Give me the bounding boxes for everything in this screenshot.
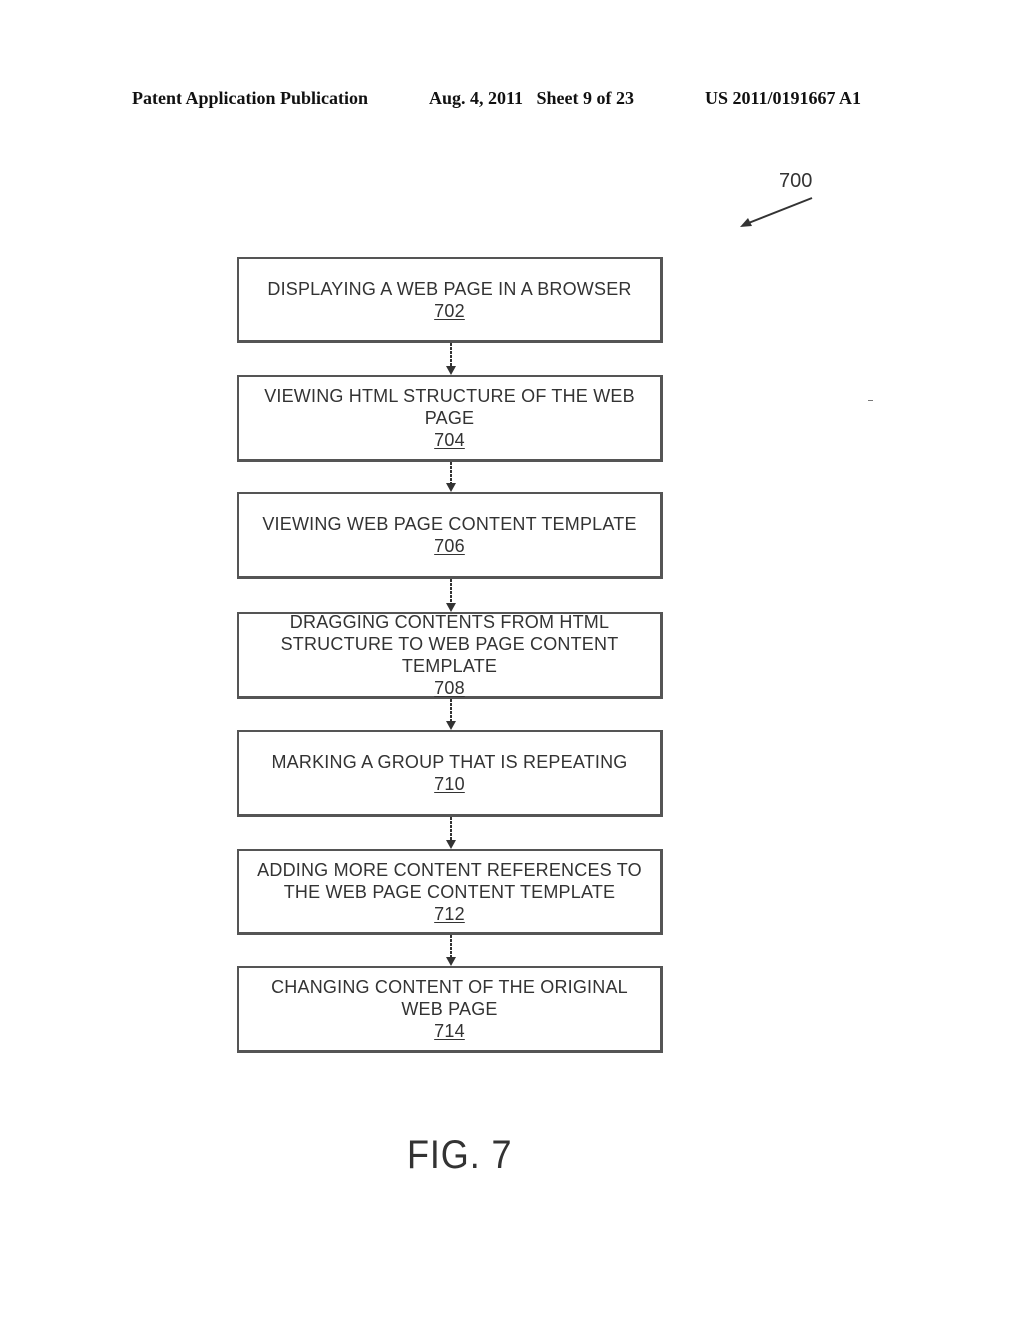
flowchart-step-704: VIEWING HTML STRUCTURE OF THE WEB PAGE 70… — [237, 375, 663, 462]
reference-arrow-icon — [740, 197, 813, 227]
step-label: MARKING A GROUP THAT IS REPEATING — [271, 752, 628, 772]
step-reference-number: 712 — [434, 903, 465, 924]
flow-arrow-down-icon — [446, 699, 456, 730]
step-label: VIEWING HTML STRUCTURE OF THE WEB PAGE — [264, 386, 635, 428]
flow-arrow-down-icon — [446, 935, 456, 966]
step-label: CHANGING CONTENT OF THE ORIGINAL WEB PAG… — [271, 977, 628, 1019]
patent-header: Patent Application Publication Aug. 4, 2… — [0, 88, 1024, 118]
step-label: ADDING MORE CONTENT REFERENCES TO THE WE… — [257, 859, 642, 902]
flowchart-step-706: VIEWING WEB PAGE CONTENT TEMPLATE 706 — [237, 492, 663, 579]
step-reference-number: 710 — [434, 774, 465, 794]
flowchart-step-712: ADDING MORE CONTENT REFERENCES TO THE WE… — [237, 849, 663, 935]
flowchart-step-702: DISPLAYING A WEB PAGE IN A BROWSER 702 — [237, 257, 663, 343]
figure-caption: FIG. 7 — [407, 1133, 513, 1177]
step-reference-number: 708 — [434, 678, 465, 698]
step-label: DRAGGING CONTENTS FROM HTML STRUCTURE TO… — [280, 612, 619, 676]
publication-number: US 2011/0191667 A1 — [705, 88, 862, 108]
flow-arrow-down-icon — [446, 817, 456, 849]
figure-reference-number: 700 — [779, 170, 813, 192]
flow-arrow-down-icon — [446, 343, 456, 375]
step-reference-number: 706 — [434, 536, 465, 556]
flow-arrow-down-icon — [446, 579, 456, 612]
flowchart-step-708: DRAGGING CONTENTS FROM HTML STRUCTURE TO… — [237, 612, 663, 699]
stray-mark — [868, 400, 873, 401]
flowchart-step-710: MARKING A GROUP THAT IS REPEATING 710 — [237, 730, 663, 817]
flowchart-step-714: CHANGING CONTENT OF THE ORIGINAL WEB PAG… — [237, 966, 663, 1053]
step-label: VIEWING WEB PAGE CONTENT TEMPLATE — [262, 514, 637, 534]
flow-arrow-down-icon — [446, 462, 456, 492]
step-reference-number: 702 — [434, 300, 465, 321]
step-reference-number: 704 — [434, 430, 465, 450]
step-reference-number: 714 — [434, 1021, 465, 1041]
publication-type: Patent Application Publication — [132, 88, 369, 108]
date-and-sheet: Aug. 4, 2011 Sheet 9 of 23 — [429, 88, 635, 108]
step-label: DISPLAYING A WEB PAGE IN A BROWSER — [267, 278, 632, 299]
